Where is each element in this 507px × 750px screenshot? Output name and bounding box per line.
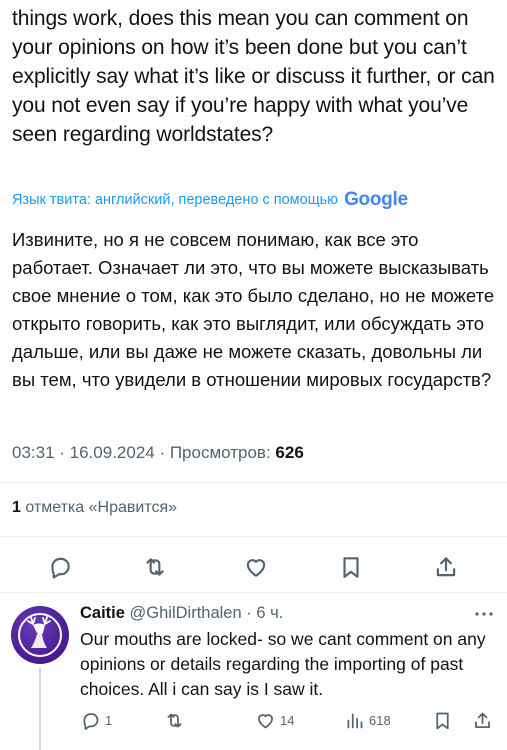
reply-time[interactable]: · 6 ч. [246, 604, 283, 622]
views-count: 626 [275, 443, 304, 462]
reply-header: Caitie @GhilDirthalen · 6 ч. [80, 604, 283, 623]
reply-author-handle[interactable]: @GhilDirthalen [130, 604, 242, 622]
reply-reply-button[interactable]: 1 [80, 710, 112, 731]
bookmark-icon [436, 712, 449, 730]
reply-action-bar: 1 14 618 [0, 706, 507, 736]
share-button[interactable] [433, 554, 459, 580]
likes-count: 1 [12, 499, 21, 516]
like-icon [246, 559, 266, 577]
divider [0, 536, 507, 537]
reply-retweet-button[interactable] [164, 710, 189, 731]
reply-share-button[interactable] [472, 710, 493, 731]
translation-note[interactable]: Язык твита: английский, переведено с пом… [12, 187, 408, 213]
reply-like-button[interactable]: 14 [255, 710, 294, 731]
bookmark-icon [343, 557, 359, 578]
retweet-button[interactable] [142, 554, 168, 580]
reply-icon [51, 557, 70, 579]
likes-label: отметка «Нравится» [25, 499, 178, 516]
divider [0, 482, 507, 483]
tweet-text-original: things work, does this mean you can comm… [12, 7, 495, 146]
reply-tweet[interactable]: Caitie @GhilDirthalen · 6 ч. Our mouths … [0, 600, 507, 750]
reply-views-count: 618 [369, 713, 391, 728]
share-icon [475, 712, 490, 728]
avatar[interactable] [11, 606, 69, 664]
share-icon [436, 557, 456, 577]
google-logo-text: Google [344, 189, 408, 210]
reply-text: Our mouths are locked- so we cant commen… [80, 629, 486, 699]
retweet-icon [167, 713, 182, 728]
tweet-timestamp[interactable]: 03:31 · 16.09.2024 · Просмотров: [12, 443, 271, 462]
likes-summary[interactable]: 1 отметка «Нравится» [12, 499, 177, 517]
tweet-action-bar [0, 546, 507, 586]
reply-like-count: 14 [280, 713, 295, 728]
tweet-meta: 03:31 · 16.09.2024 · Просмотров: 626 [12, 443, 304, 463]
reply-icon [83, 713, 99, 730]
translation-note-text: Язык твита: английский, переведено с пом… [12, 192, 339, 208]
reply-button[interactable] [47, 554, 73, 580]
like-button[interactable] [243, 554, 269, 580]
retweet-icon [146, 558, 164, 576]
reply-reply-count: 1 [105, 713, 113, 728]
reply-bookmark-button[interactable] [432, 710, 453, 731]
more-options-icon[interactable] [473, 609, 495, 619]
reply-views-button[interactable]: 618 [344, 710, 391, 731]
deer-logo-icon [18, 613, 62, 657]
google-logo: Google [344, 189, 408, 211]
tweet-text-translated: Извините, но я не совсем понимаю, как вс… [12, 229, 495, 390]
bookmark-button[interactable] [338, 554, 364, 580]
reply-author-name[interactable]: Caitie [80, 604, 125, 622]
views-icon [347, 713, 363, 729]
divider [0, 592, 507, 593]
like-icon [258, 714, 273, 729]
